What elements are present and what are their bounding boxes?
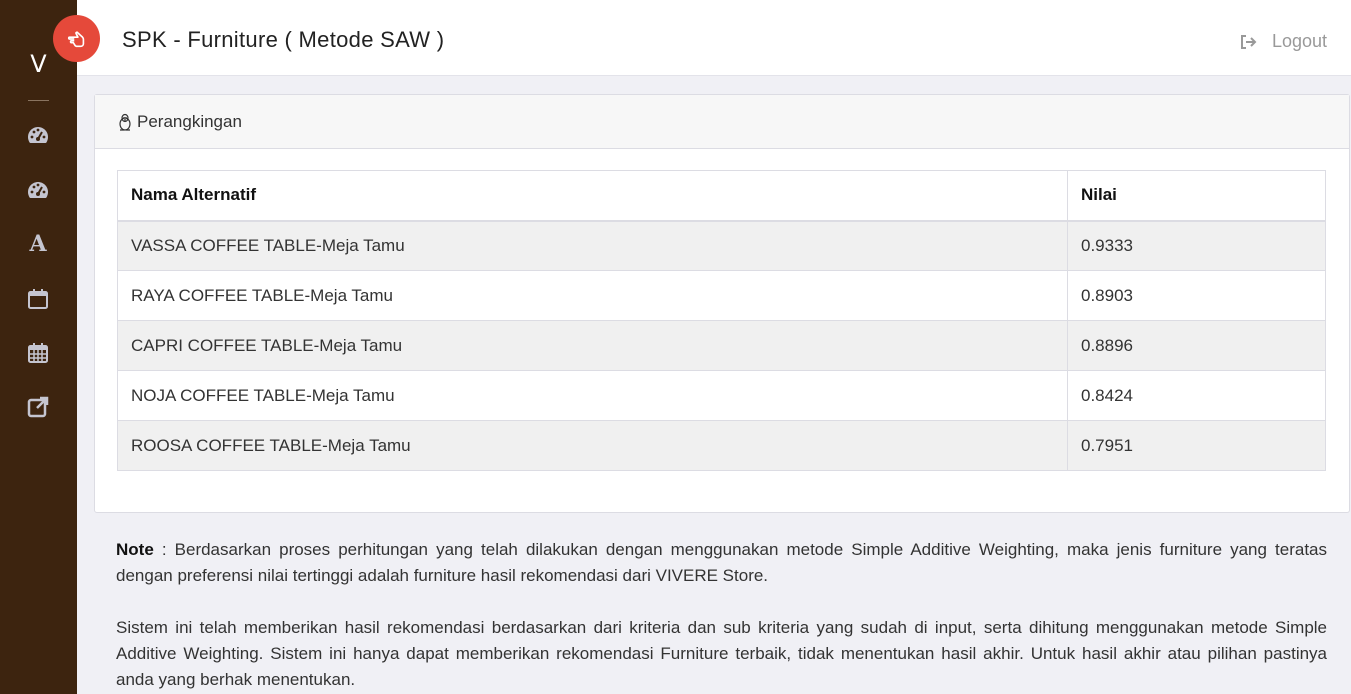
calendar-grid-icon[interactable] [26,341,50,365]
dashboard-icon[interactable] [26,123,50,147]
table-row: ROOSA COFFEE TABLE-Meja Tamu 0.7951 [117,420,1326,471]
penguin-icon [119,113,131,131]
font-icon[interactable]: A [26,231,50,257]
logout-label: Logout [1271,31,1327,51]
note-paragraph-2: Sistem ini telah memberikan hasil rekome… [116,618,1327,689]
dashboard-icon[interactable] [26,178,50,202]
cell-value: 0.8903 [1067,270,1326,321]
page-title: SPK - Furniture ( Metode SAW ) [122,27,445,52]
external-link-icon[interactable] [26,395,50,419]
logout-button[interactable]: Logout [1240,31,1327,52]
ranking-card: Perangkingan Nama Alternatif Nilai VASSA… [94,94,1350,513]
note-text-1: : Berdasarkan proses perhitungan yang te… [116,540,1327,585]
table-row: VASSA COFFEE TABLE-Meja Tamu 0.9333 [117,220,1326,271]
top-header: SPK - Furniture ( Metode SAW ) Logout [77,0,1351,76]
cell-value: 0.8896 [1067,320,1326,371]
cell-alternative-name: RAYA COFFEE TABLE-Meja Tamu [117,270,1068,321]
calendar-icon[interactable] [26,287,50,311]
table-row: NOJA COFFEE TABLE-Meja Tamu 0.8424 [117,370,1326,421]
hand-pointer-icon [67,30,84,47]
cell-value: 0.9333 [1067,220,1326,271]
sidebar: V A [0,0,77,694]
column-header-value: Nilai [1067,170,1326,222]
ranking-table: Nama Alternatif Nilai VASSA COFFEE TABLE… [117,170,1326,471]
note-label: Note [116,540,154,559]
table-row: RAYA COFFEE TABLE-Meja Tamu 0.8903 [117,270,1326,321]
card-heading-label: Perangkingan [137,111,242,131]
cell-alternative-name: NOJA COFFEE TABLE-Meja Tamu [117,370,1068,421]
note-paragraph-1: Note : Berdasarkan proses perhitungan ya… [116,537,1327,589]
note-section: Note : Berdasarkan proses perhitungan ya… [116,537,1327,693]
sign-out-icon [1240,34,1257,49]
sidebar-toggle-button[interactable] [53,15,100,62]
cell-value: 0.8424 [1067,370,1326,421]
cell-alternative-name: ROOSA COFFEE TABLE-Meja Tamu [117,420,1068,471]
cell-alternative-name: CAPRI COFFEE TABLE-Meja Tamu [117,320,1068,371]
sidebar-divider [28,100,49,101]
cell-value: 0.7951 [1067,420,1326,471]
font-icon-glyph: A [29,231,47,257]
table-row: CAPRI COFFEE TABLE-Meja Tamu 0.8896 [117,320,1326,371]
card-heading: Perangkingan [95,95,1349,149]
column-header-name: Nama Alternatif [117,170,1068,222]
cell-alternative-name: VASSA COFFEE TABLE-Meja Tamu [117,220,1068,271]
